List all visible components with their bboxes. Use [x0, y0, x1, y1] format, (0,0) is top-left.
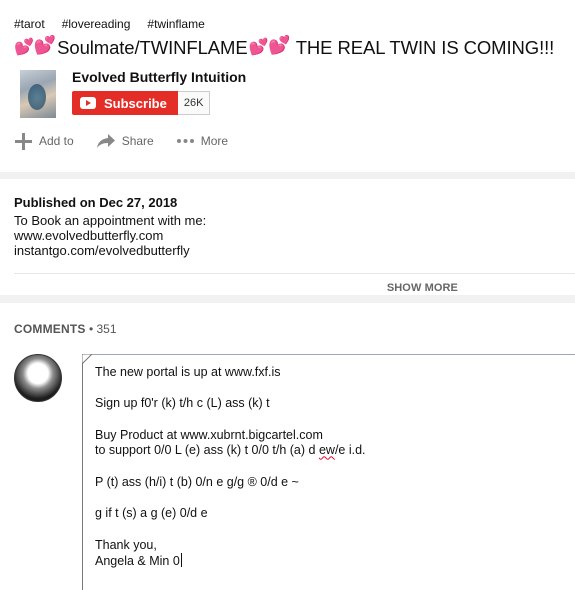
show-more-button[interactable]: SHOW MORE — [387, 282, 458, 294]
share-label: Share — [121, 134, 154, 148]
description-card: Published on Dec 27, 2018 To Book an app… — [0, 179, 575, 295]
hashtag-tarot[interactable]: #tarot — [14, 17, 45, 31]
video-title: 💕 💕 Soulmate/TWINFLAME 💕 💕 THE REAL TWIN I… — [14, 36, 561, 60]
user-avatar — [14, 354, 62, 402]
comment-text: /e i.d. — [334, 443, 366, 458]
show-more-bar: SHOW MORE — [14, 273, 575, 295]
subscriber-count: 26K — [177, 91, 211, 115]
comment-line: P (t) ass (h/i) t (b) 0/n e g/g ® 0/d e … — [95, 474, 299, 489]
published-date: Published on Dec 27, 2018 — [14, 195, 178, 210]
video-title-main: Soulmate/TWINFLAME — [57, 37, 248, 58]
more-button[interactable]: More — [176, 134, 228, 148]
spellcheck-word[interactable]: ew — [319, 443, 335, 457]
comments-card: COMMENTS • 351 The new portal is up at w… — [0, 303, 575, 590]
comment-line: The new portal is up at www.fxf.is — [95, 365, 281, 379]
channel-avatar[interactable] — [20, 70, 56, 118]
more-dots-icon — [176, 139, 194, 143]
video-actions: Add to Share More — [14, 131, 561, 151]
video-info-card: #tarot #lovereading #twinflame 💕 💕 Soulma… — [0, 0, 575, 172]
comment-bubble-notch-icon — [82, 354, 92, 364]
subscribe-button[interactable]: Subscribe — [72, 91, 178, 115]
share-button[interactable]: Share — [96, 133, 154, 149]
text-caret — [180, 553, 182, 568]
add-to-label: Add to — [39, 134, 74, 148]
comment-input[interactable]: The new portal is up at www.fxf.is Sign … — [82, 354, 575, 590]
comments-label: COMMENTS — [14, 322, 86, 336]
description-link[interactable]: instantgo.com/evolvedbutterfly — [14, 243, 561, 258]
video-title-suffix: THE REAL TWIN IS COMING!!! — [295, 37, 555, 58]
description-text: To Book an appointment with me: www.evol… — [14, 213, 561, 258]
comment-line: Thank you, — [95, 537, 157, 552]
add-to-button[interactable]: Add to — [14, 132, 74, 151]
share-arrow-icon — [96, 134, 115, 148]
comment-text: Angela & Min 0 — [95, 554, 180, 569]
hashtag-row: #tarot #lovereading #twinflame — [14, 16, 561, 32]
channel-name[interactable]: Evolved Butterfly Intuition — [72, 69, 246, 85]
description-line: To Book an appointment with me: — [14, 213, 207, 228]
subscribe-label: Subscribe — [104, 95, 167, 111]
comment-text: to support 0/0 L (e) ass (k) t 0/0 t/h (… — [95, 443, 316, 458]
comments-separator: • — [88, 322, 94, 336]
youtube-play-icon — [80, 97, 96, 109]
channel-row: Evolved Butterfly Intuition Subscribe 26… — [14, 69, 561, 122]
comment-line: to support 0/0 L (e) ass (k) t 0/0 t/h (… — [95, 443, 575, 459]
more-label: More — [200, 134, 229, 148]
comments-count: 351 — [96, 322, 117, 336]
hashtag-twinflame[interactable]: #twinflame — [147, 17, 204, 31]
hearts-emoji-icon: 💕 💕 — [248, 35, 291, 56]
description-link[interactable]: www.evolvedbutterfly.com — [14, 228, 561, 243]
comments-header: COMMENTS • 351 — [14, 303, 575, 340]
comment-line: Sign up f0'r (k) t/h c (L) ass (k) t — [95, 396, 270, 411]
comment-line: g if t (s) a g (e) 0/d e — [95, 506, 208, 521]
hashtag-lovereading[interactable]: #lovereading — [62, 17, 131, 31]
hearts-emoji-icon: 💕 💕 — [14, 35, 57, 56]
plus-icon — [15, 132, 32, 150]
comment-line: Buy Product at www.xubrnt.bigcartel.com — [95, 427, 323, 442]
comment-line: Angela & Min 0 — [95, 553, 575, 570]
